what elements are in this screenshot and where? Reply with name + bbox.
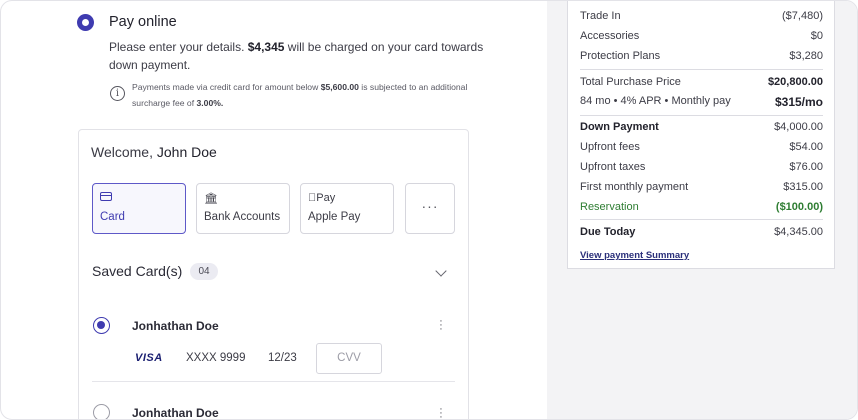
payment-method-label: Apple Pay [308,211,361,223]
row-label: Protection Plans [580,50,661,62]
note-threshold: $5,600.00 [320,82,359,92]
row-label: Total Purchase Price [580,76,681,88]
summary-separator [580,219,823,220]
row-value: $315.00 [783,181,823,193]
row-label: Reservation [580,201,639,213]
saved-card-radio[interactable] [93,404,110,419]
saved-cards-count-badge: 04 [190,263,218,280]
row-value: ($7,480) [782,10,823,22]
card-holder-name: Jonhathan Doe [132,406,219,420]
payment-method-more[interactable]: ··· [405,183,455,234]
apple-pay-icon: Pay [308,192,335,204]
row-label: Upfront taxes [580,161,646,173]
saved-cards-title: Saved Card(s) [92,263,183,279]
welcome-prefix: Welcome, [91,144,157,160]
card-options-icon[interactable]: · · · [439,316,443,335]
pay-online-radio[interactable] [77,14,94,31]
payment-description: Please enter your details. $4,345 will b… [109,38,499,74]
row-value: $20,800.00 [767,76,823,88]
row-value: $4,000.00 [774,121,823,133]
row-value: $0 [810,30,823,42]
payment-method-apple-pay[interactable]: Pay Apple Pay [300,183,394,234]
info-icon: i [110,86,125,101]
pay-online-label[interactable]: Pay online [109,14,177,30]
visa-logo: VISA [135,352,163,364]
note-fee: 3.00%. [196,98,224,108]
note-text: Payments made via credit card for amount… [132,82,321,92]
row-value: $4,345.00 [774,226,823,238]
card-options-icon[interactable]: · · · [439,404,443,420]
row-label: Upfront fees [580,141,640,153]
summary-separator [580,69,823,70]
row-value: ($100.00) [775,201,823,213]
row-value: $76.00 [789,161,823,173]
row-label: Due Today [580,226,636,238]
row-value: $315/mo [774,95,823,109]
card-number: XXXX 9999 [186,352,246,364]
card-expiry: 12/23 [268,352,297,364]
row-label: Accessories [580,30,640,42]
description-amount: $4,345 [247,40,285,54]
row-label: Down Payment [580,121,659,133]
app-frame: Pay online Please enter your details. $4… [0,0,858,420]
cvv-input[interactable]: CVV [316,343,382,374]
surcharge-note: Payments made via credit card for amount… [132,79,492,111]
row-value: $54.00 [789,141,823,153]
welcome-message: Welcome, John Doe [91,144,217,160]
more-icon: ··· [421,198,439,214]
card-icon [100,192,112,204]
card-divider [92,381,455,382]
summary-separator [580,115,823,116]
row-value: $3,280 [789,50,823,62]
view-payment-summary-link[interactable]: View payment Summary [580,250,689,261]
saved-card-radio-selected[interactable] [93,317,110,334]
row-label: First monthly payment [580,181,689,193]
payment-method-label: Bank Accounts [204,211,281,223]
row-label: Trade In [580,10,621,22]
user-name: John Doe [156,144,217,160]
payment-method-label: Card [100,211,125,223]
payment-method-card[interactable]: Card [92,183,186,234]
description-text: Please enter your details. [109,40,248,54]
card-holder-name: Jonhathan Doe [132,319,219,333]
payment-method-bank-accounts[interactable]: 🏛 Bank Accounts [196,183,290,234]
row-label: 84 mo • 4% APR • Monthly pay [580,95,731,107]
bank-icon: 🏛 [204,193,218,205]
